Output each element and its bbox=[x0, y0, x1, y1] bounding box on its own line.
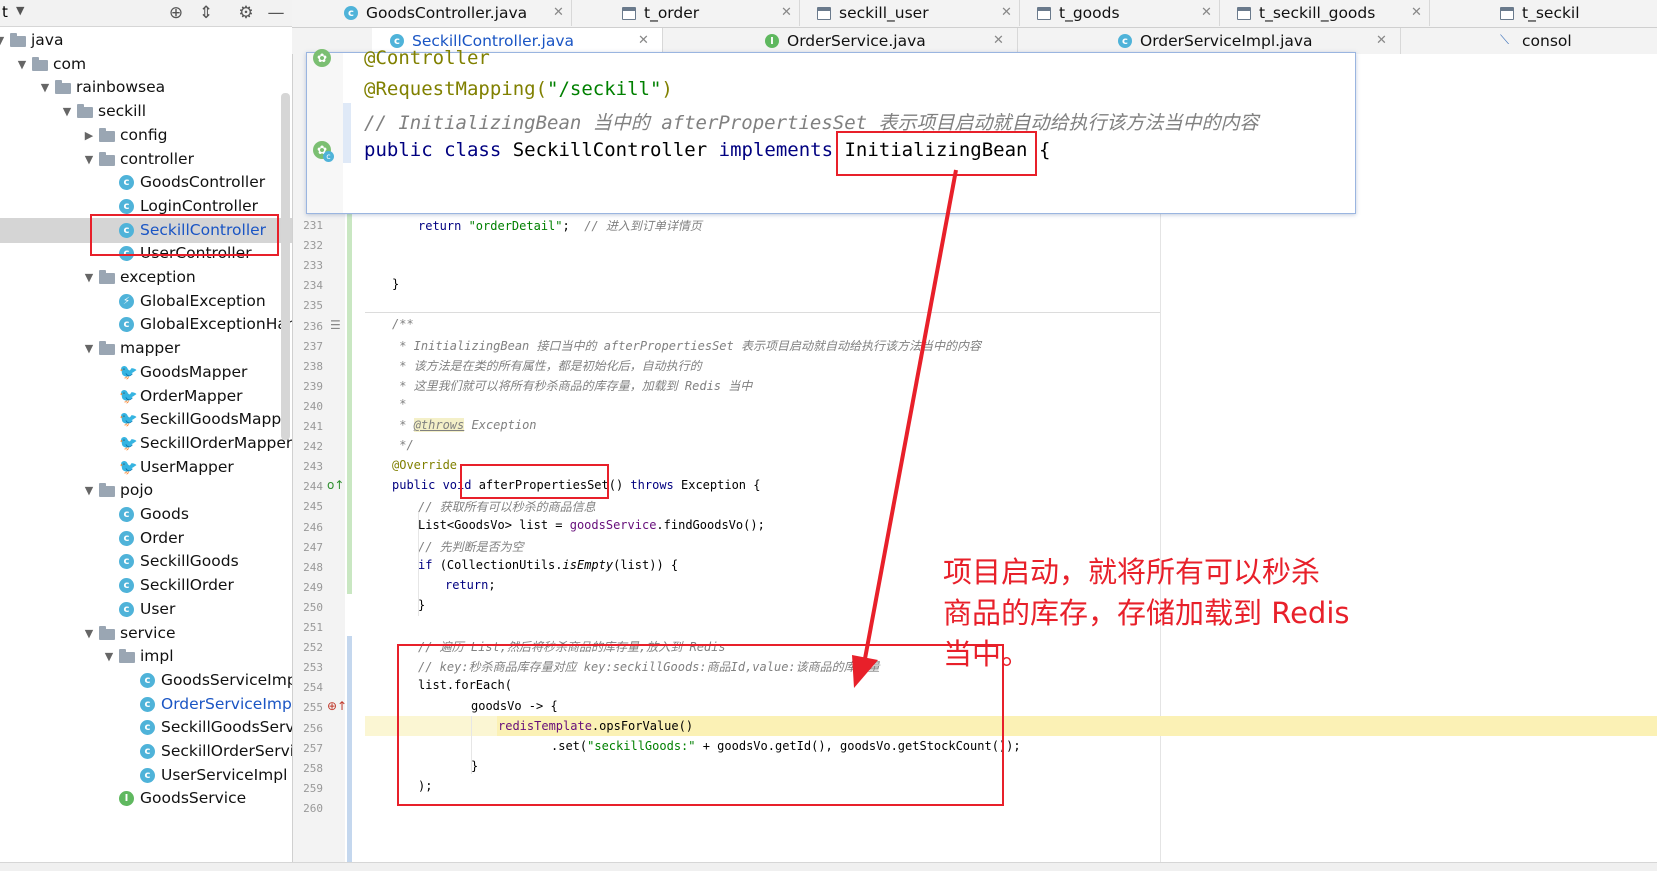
annotation-note: 项目启动，就将所有可以秒杀 商品的库存，存储加载到 Redis 当中。 bbox=[943, 555, 1350, 671]
annotation-arrow bbox=[852, 169, 958, 688]
